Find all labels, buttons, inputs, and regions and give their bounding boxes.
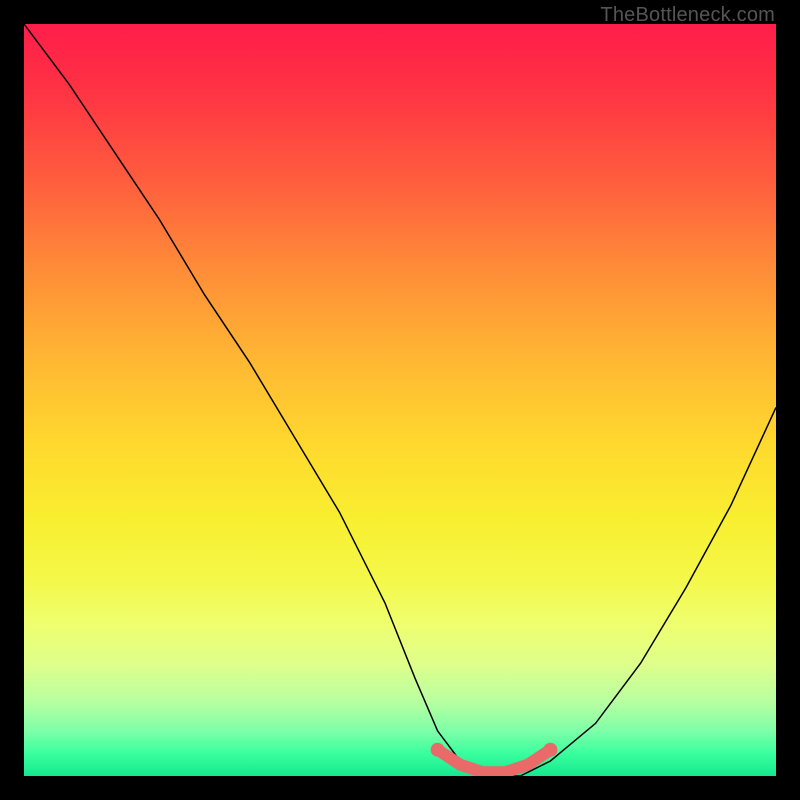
highlight-endpoint-right bbox=[543, 743, 557, 757]
bottleneck-curve bbox=[24, 24, 776, 776]
chart-frame: TheBottleneck.com bbox=[0, 0, 800, 800]
plot-area bbox=[24, 24, 776, 776]
curve-svg bbox=[24, 24, 776, 776]
highlight-endpoint-left bbox=[431, 743, 445, 757]
